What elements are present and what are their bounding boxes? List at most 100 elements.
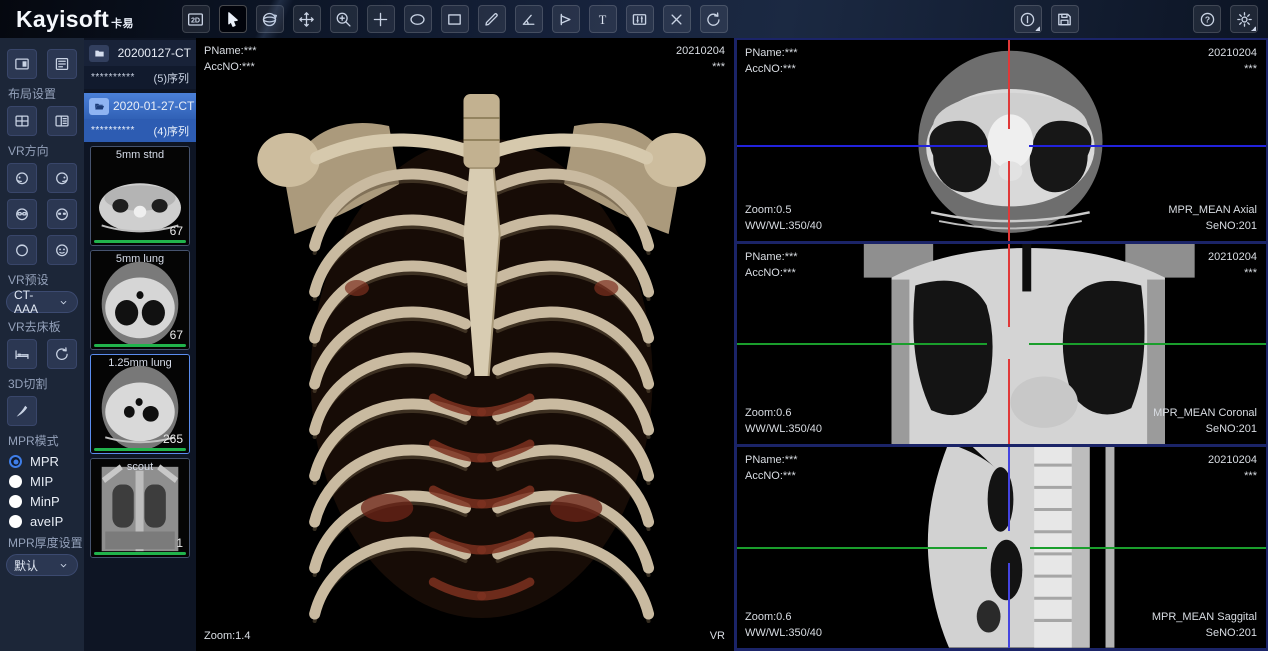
sidebar-grid-2x2-button[interactable] (7, 106, 37, 136)
folder-open-icon (89, 98, 109, 115)
vr-direction-buttons (0, 163, 84, 265)
mpr-mode-option-minp[interactable]: MinP (9, 494, 84, 509)
sidebar-vr-head-front-button[interactable] (47, 235, 77, 265)
study-subrow: **********(5)序列 (84, 66, 196, 89)
settings-icon (1235, 10, 1254, 29)
view-label: MPR_MEAN Saggital (1152, 610, 1257, 626)
sidebar-vr-goggles-button[interactable] (7, 199, 37, 229)
series-thumbnail-scout[interactable]: scout1 (90, 458, 190, 558)
tool-settings-button[interactable] (1230, 5, 1258, 33)
tool-rotate-3d-button[interactable] (256, 5, 284, 33)
radio-icon (9, 495, 22, 508)
sidebar-vr-goggles-filled-button[interactable] (47, 199, 77, 229)
vr-head-right-icon (53, 169, 71, 187)
crosshair-vertical-bottom[interactable] (1008, 563, 1010, 648)
tool-cobb-angle-button[interactable] (552, 5, 580, 33)
svg-text:?: ? (1204, 14, 1209, 24)
tool-ellipse-button[interactable] (404, 5, 432, 33)
series-number: SeNO:201 (1152, 626, 1257, 642)
vr-viewport[interactable]: PName:*** AccNO:*** 20210204 *** Zoom:1.… (196, 38, 734, 651)
sidebar-vr-head-right-button[interactable] (47, 163, 77, 193)
vr-direction-row (0, 199, 84, 229)
thumbnail-label: scout (91, 461, 189, 473)
masked-value: *** (676, 60, 725, 76)
top-toolbar: Kayisoft卡易 2D T ? (0, 0, 1268, 38)
crosshair-vertical-top[interactable] (1008, 447, 1010, 531)
series-thumbnail-5mm-stnd[interactable]: 5mm stnd67 (90, 146, 190, 246)
crosshair-vertical-top[interactable] (1008, 244, 1010, 327)
vr-preset-select[interactable]: CT-AAA (6, 291, 78, 313)
mpr-mode-option-mpr[interactable]: MPR (9, 454, 84, 469)
tool-pointer-button[interactable] (219, 5, 247, 33)
toolbar-mid-group (1014, 5, 1079, 33)
series-thumbnail-1-25mm-lung[interactable]: 1.25mm lung265 (90, 354, 190, 454)
vr-preset-value: CT-AAA (14, 288, 57, 316)
mpr-mode-option-mip[interactable]: MIP (9, 474, 84, 489)
tool-reset-button[interactable] (700, 5, 728, 33)
tool-pan-button[interactable] (293, 5, 321, 33)
mpr-mode-option-aveip[interactable]: aveIP (9, 514, 84, 529)
crosshair-horizontal-right[interactable] (1029, 145, 1266, 147)
crosshair-horizontal-left[interactable] (737, 547, 987, 549)
tool-rectangle-button[interactable] (441, 5, 469, 33)
series-thumbnail-5mm-lung[interactable]: 5mm lung67 (90, 250, 190, 350)
tool-layout-2d-button[interactable]: 2D (182, 5, 210, 33)
study-item-2020-01-27-CT[interactable]: 2020-01-27-CT**********(4)序列 (84, 93, 196, 142)
radio-label: aveIP (30, 514, 63, 529)
layout-buttons-row2 (0, 106, 84, 136)
chevron-down-icon (57, 559, 70, 572)
vr-overlay-bottomleft: Zoom:1.4 (204, 629, 250, 645)
folder-icon (89, 45, 109, 62)
crosshair-horizontal-right[interactable] (1029, 343, 1266, 345)
study-item-20200127-CT[interactable]: 20200127-CT**********(5)序列 (84, 40, 196, 89)
sidebar-layout-stack-button[interactable] (47, 49, 77, 79)
app-logo: Kayisoft卡易 (0, 6, 148, 33)
window-level-value: WW/WL:350/40 (745, 219, 822, 235)
sagittal-viewport[interactable]: PName:***AccNO:*** 20210204*** Zoom:0.6W… (737, 447, 1266, 651)
tool-delete-button[interactable] (663, 5, 691, 33)
crosshair-vertical-bottom[interactable] (1008, 359, 1010, 445)
mpr-mode-label: MPR模式 (8, 432, 84, 449)
tool-angle-button[interactable] (515, 5, 543, 33)
tool-text-button[interactable]: T (589, 5, 617, 33)
vr-direction-label: VR方向 (8, 142, 84, 159)
tool-crosshair-button[interactable] (367, 5, 395, 33)
coronal-viewport[interactable]: PName:***AccNO:*** 20210204*** Zoom:0.6W… (737, 244, 1266, 448)
toolbar-main-group: 2D T (182, 5, 728, 33)
zoom-in-icon (334, 10, 353, 29)
tool-circle-one-button[interactable] (1014, 5, 1042, 33)
crosshair-horizontal-left[interactable] (737, 145, 987, 147)
radio-label: MPR (30, 454, 59, 469)
mpr-thickness-select[interactable]: 默认 (6, 554, 78, 576)
tool-zoom-in-button[interactable] (330, 5, 358, 33)
crosshair-vertical-bottom[interactable] (1008, 161, 1010, 240)
tool-window-level-button[interactable] (626, 5, 654, 33)
sidebar-vr-head-back-button[interactable] (7, 235, 37, 265)
sidebar-split-right-button[interactable] (47, 106, 77, 136)
zoom-value: Zoom:0.6 (745, 406, 822, 422)
tool-help-button[interactable]: ? (1193, 5, 1221, 33)
study-header: 20200127-CT (84, 40, 196, 66)
sidebar-scalpel-button[interactable] (7, 396, 37, 426)
angle-icon (519, 10, 538, 29)
series-number: SeNO:201 (1168, 219, 1257, 235)
thumbnail-progress-bar (94, 448, 186, 451)
tool-pencil-button[interactable] (478, 5, 506, 33)
radio-icon (9, 475, 22, 488)
split-right-icon (53, 112, 71, 130)
crosshair-horizontal-left[interactable] (737, 343, 987, 345)
sidebar-bed-button[interactable] (7, 339, 37, 369)
patient-id-masked: ********** (91, 125, 135, 136)
axial-viewport[interactable]: PName:***AccNO:*** 20210204*** Zoom:0.5W… (737, 38, 1266, 244)
radio-icon (9, 515, 22, 528)
window-level-icon (630, 10, 649, 29)
scalpel-icon (13, 402, 31, 420)
mpr-mode-radios: MPR MIP MinP aveIP (0, 454, 84, 529)
tool-save-button[interactable] (1051, 5, 1079, 33)
crosshair-horizontal-right[interactable] (1030, 547, 1266, 549)
sidebar-layout-main-button[interactable] (7, 49, 37, 79)
thumbnail-progress-bar (94, 240, 186, 243)
crosshair-vertical-top[interactable] (1008, 40, 1010, 129)
sidebar-vr-head-left-button[interactable] (7, 163, 37, 193)
sidebar-reset-button[interactable] (47, 339, 77, 369)
